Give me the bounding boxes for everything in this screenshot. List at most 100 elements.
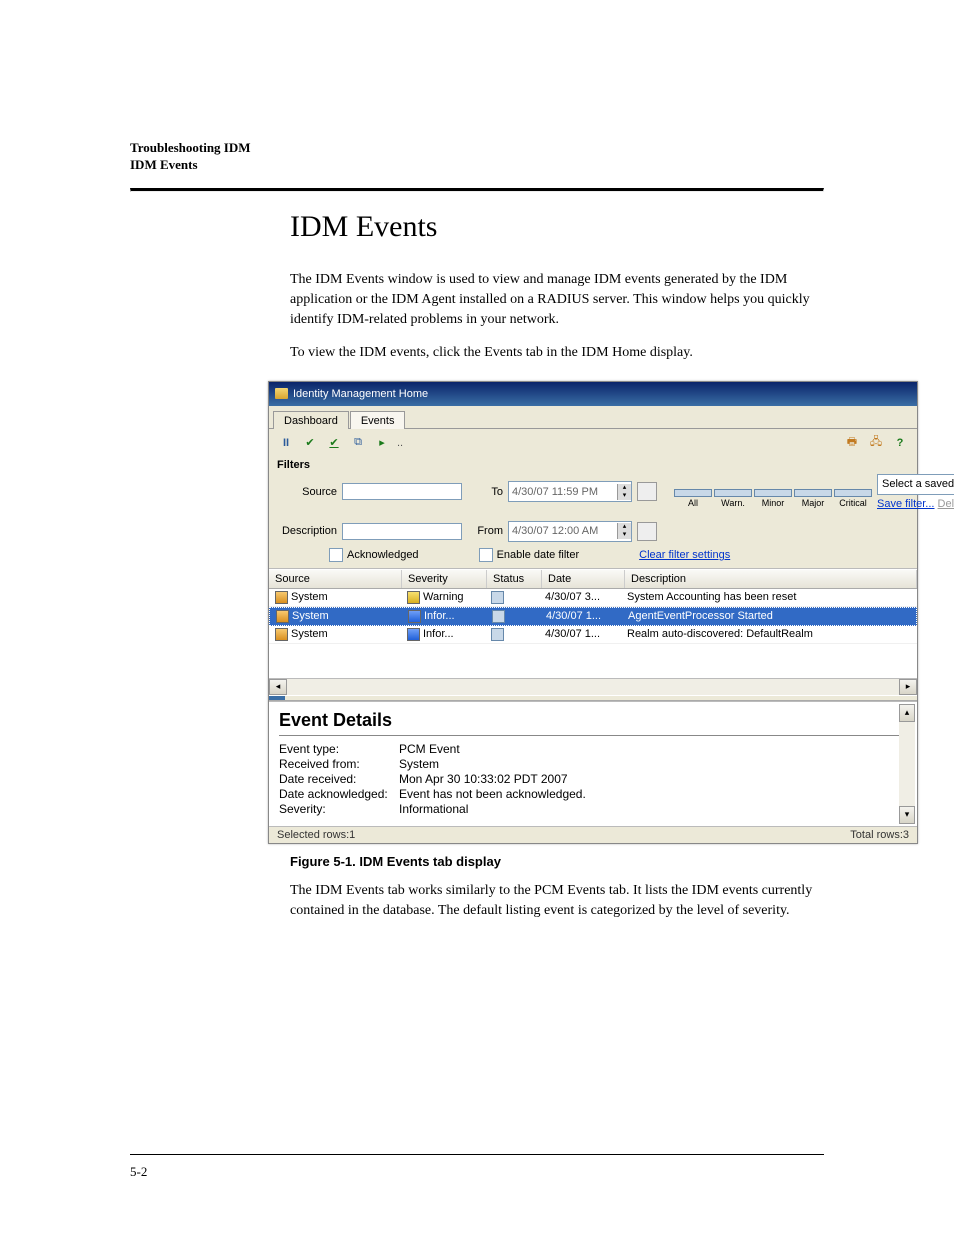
grid-body: System Warning 4/30/07 3... System Accou…	[269, 589, 917, 678]
col-severity[interactable]: Severity	[402, 570, 487, 588]
sev-warn: Warn.	[721, 498, 745, 508]
filter-source-input[interactable]	[342, 483, 462, 500]
cell-source: System	[291, 628, 328, 640]
event-details-heading: Event Details	[279, 710, 907, 731]
section-title: IDM Events	[290, 210, 824, 244]
header-line2: IDM Events	[130, 157, 824, 174]
scroll-right-icon[interactable]: ▸	[899, 679, 917, 695]
filter-links: Save filter... Delete filters...	[877, 498, 954, 510]
cell-source: System	[292, 610, 329, 622]
col-description[interactable]: Description	[625, 570, 917, 588]
cell-severity: Warning	[423, 591, 464, 603]
source-icon	[276, 610, 289, 623]
severity-scale[interactable]: All Warn. Minor Major Critical	[670, 480, 872, 508]
table-row[interactable]: System Infor... 4/30/07 1... Realm auto-…	[269, 626, 917, 644]
source-icon	[275, 628, 288, 641]
sev-major: Major	[802, 498, 825, 508]
enable-date-label: Enable date filter	[497, 549, 580, 561]
filter-from-label: From	[467, 525, 503, 537]
header-rule	[130, 188, 824, 192]
cell-date: 4/30/07 1...	[545, 628, 600, 640]
tab-events[interactable]: Events	[350, 411, 406, 429]
cell-severity: Infor...	[424, 610, 455, 622]
spin-down-icon[interactable]: ▾	[617, 531, 631, 539]
ack-icon[interactable]: ✔	[301, 434, 319, 452]
severity-icon	[408, 610, 421, 623]
print-icon[interactable]: 🖶	[843, 434, 861, 452]
severity-icon	[407, 591, 420, 604]
filter-to-date[interactable]: 4/30/07 11:59 PM ▴▾	[508, 481, 632, 502]
toolbar-overflow[interactable]: ..	[397, 437, 403, 449]
sev-critical: Critical	[839, 498, 867, 508]
scroll-up-icon[interactable]: ▴	[899, 704, 915, 722]
received-from-value: System	[399, 757, 907, 771]
filters-label: Filters	[269, 457, 917, 471]
col-source[interactable]: Source	[269, 570, 402, 588]
pause-icon[interactable]: II	[277, 434, 295, 452]
scroll-left-icon[interactable]: ◂	[269, 679, 287, 695]
event-details-pane: ▴ ▾ Event Details Event type: PCM Event …	[269, 701, 917, 826]
spin-up-icon[interactable]: ▴	[617, 484, 631, 492]
spin-down-icon[interactable]: ▾	[617, 492, 631, 500]
tab-dashboard[interactable]: Dashboard	[273, 411, 349, 429]
filter-source-label: Source	[277, 486, 337, 498]
date-ack-label: Date acknowledged:	[279, 787, 399, 801]
acknowledged-label: Acknowledged	[347, 549, 419, 561]
cell-desc: AgentEventProcessor Started	[628, 610, 773, 622]
status-icon	[491, 591, 504, 604]
copy-icon[interactable]: ⧉	[349, 434, 367, 452]
calendar-from-icon[interactable]	[637, 522, 657, 541]
network-icon[interactable]: 🖧	[867, 434, 885, 452]
figure-caption: Figure 5-1. IDM Events tab display	[290, 854, 824, 869]
date-ack-value: Event has not been acknowledged.	[399, 787, 907, 801]
cell-desc: Realm auto-discovered: DefaultRealm	[627, 628, 813, 640]
table-row[interactable]: System Warning 4/30/07 3... System Accou…	[269, 589, 917, 607]
severity-value: Informational	[399, 802, 907, 816]
col-status[interactable]: Status	[487, 570, 542, 588]
filter-from-date-value: 4/30/07 12:00 AM	[509, 525, 617, 537]
intro-para-1: The IDM Events window is used to view an…	[290, 270, 824, 331]
acknowledged-checkbox[interactable]: Acknowledged	[329, 548, 419, 562]
severity-icon	[407, 628, 420, 641]
source-icon	[275, 591, 288, 604]
help-icon[interactable]: ?	[891, 434, 909, 452]
toolbar: II ✔ ✔ ⧉ ▸ .. 🖶 🖧 ?	[269, 428, 917, 457]
footer-rule	[130, 1154, 824, 1155]
page-header: Troubleshooting IDM IDM Events	[130, 140, 824, 174]
window-icon	[275, 388, 288, 399]
enable-date-checkbox[interactable]: Enable date filter	[479, 548, 580, 562]
filter-to-date-value: 4/30/07 11:59 PM	[509, 486, 617, 498]
vertical-scrollbar[interactable]: ▴ ▾	[899, 704, 915, 824]
filter-desc-input[interactable]	[342, 523, 462, 540]
event-type-value: PCM Event	[399, 742, 907, 756]
table-row[interactable]: System Infor... 4/30/07 1... AgentEventP…	[269, 607, 917, 626]
scroll-down-icon[interactable]: ▾	[899, 806, 915, 824]
window-titlebar[interactable]: Identity Management Home	[269, 382, 917, 406]
delete-filters-link[interactable]: Delete filters...	[938, 498, 954, 510]
filter-to-label: To	[467, 486, 503, 498]
clear-filter-link[interactable]: Clear filter settings	[639, 549, 730, 561]
status-icon	[492, 610, 505, 623]
grid-header: Source Severity Status Date Description	[269, 569, 917, 589]
status-icon	[491, 628, 504, 641]
cell-date: 4/30/07 1...	[546, 610, 601, 622]
spin-up-icon[interactable]: ▴	[617, 523, 631, 531]
idm-events-screenshot: Identity Management Home Dashboard Event…	[268, 381, 918, 844]
closing-para: The IDM Events tab works similarly to th…	[290, 881, 824, 922]
col-date[interactable]: Date	[542, 570, 625, 588]
cell-source: System	[291, 591, 328, 603]
cell-date: 4/30/07 3...	[545, 591, 600, 603]
export-icon[interactable]: ▸	[373, 434, 391, 452]
received-from-label: Received from:	[279, 757, 399, 771]
calendar-to-icon[interactable]	[637, 482, 657, 501]
event-type-label: Event type:	[279, 742, 399, 756]
ack-all-icon[interactable]: ✔	[325, 434, 343, 452]
saved-filter-select[interactable]: Select a saved filter ▾	[877, 474, 954, 495]
intro-para-2: To view the IDM events, click the Events…	[290, 343, 824, 363]
tab-strip: Dashboard Events	[269, 406, 917, 428]
severity-label: Severity:	[279, 802, 399, 816]
horizontal-scrollbar[interactable]: ◂ ▸	[269, 678, 917, 695]
page-number: 5-2	[130, 1164, 147, 1180]
save-filter-link[interactable]: Save filter...	[877, 498, 934, 510]
filter-from-date[interactable]: 4/30/07 12:00 AM ▴▾	[508, 521, 632, 542]
